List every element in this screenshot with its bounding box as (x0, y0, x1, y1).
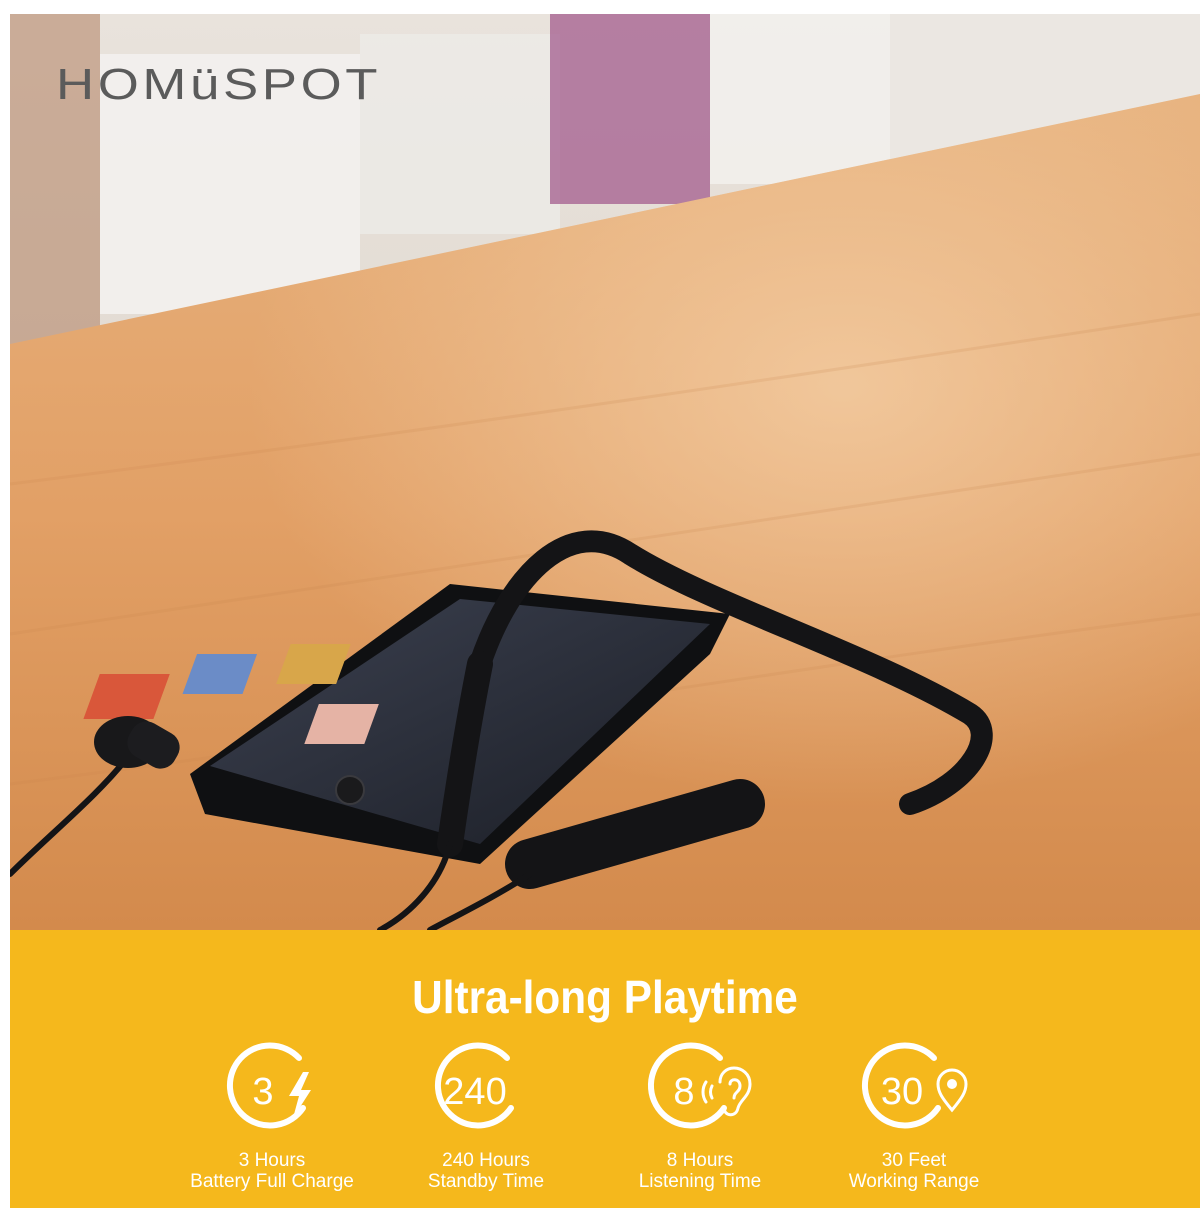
brand-logo: HOMüSPOT (56, 60, 382, 109)
moon-icon (514, 1074, 535, 1114)
feature-battery-title: 3 Hours (238, 1150, 306, 1171)
feature-standby-value: 240 (443, 1071, 506, 1113)
feature-battery-value: 3 (252, 1071, 273, 1113)
feature-standby-title: 240 Hours (442, 1150, 530, 1171)
feature-listening-title: 8 Hours (666, 1150, 734, 1171)
feature-standby-badge: 240 (434, 1042, 535, 1129)
feature-listening: 8 8 Hours Listening Time (590, 1038, 810, 1198)
product-image: HOMüSPOT Ultra-long Playtime 3 3 Hours B… (10, 14, 1200, 1208)
feature-listening-subtitle: Listening Time (638, 1171, 762, 1192)
feature-range-badge: 30 (861, 1042, 968, 1129)
feature-battery: 3 3 Hours Battery Full Charge (162, 1038, 382, 1198)
feature-listening-value: 8 (673, 1071, 694, 1113)
feature-standby-subtitle: Standby Time (427, 1171, 545, 1192)
feature-battery-subtitle: Battery Full Charge (190, 1171, 354, 1192)
banner-title: Ultra-long Playtime (412, 971, 798, 1023)
feature-standby: 240 240 Hours Standby Time (376, 1038, 596, 1198)
feature-range-title: 30 Feet (881, 1150, 947, 1171)
location-pin-icon (936, 1068, 968, 1113)
feature-listening-badge: 8 (647, 1042, 752, 1129)
feature-battery-badge: 3 (226, 1042, 311, 1129)
feature-banner: Ultra-long Playtime 3 3 Hours Battery Fu… (10, 930, 1200, 1208)
product-photo (10, 14, 1200, 930)
feature-range-subtitle: Working Range (848, 1171, 980, 1192)
feature-range-value: 30 (881, 1071, 923, 1113)
feature-range: 30 30 Feet Working Range (804, 1038, 1024, 1198)
